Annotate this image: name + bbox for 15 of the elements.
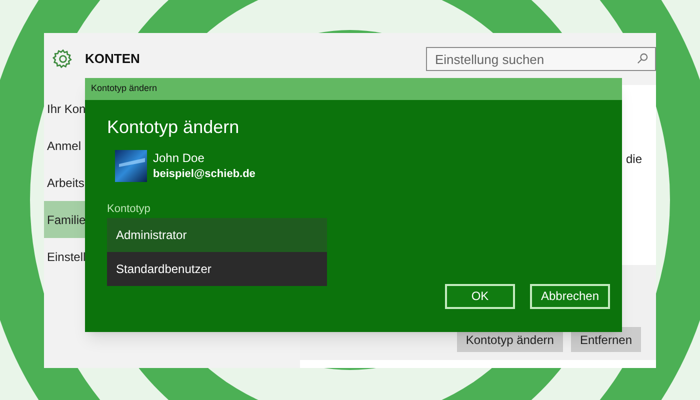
field-label: Kontotyp <box>107 202 152 217</box>
dialog-button[interactable]: OK <box>445 284 515 308</box>
user-name: John Doe <box>153 150 206 166</box>
account-type-option[interactable]: Standardbenutzer <box>107 252 327 286</box>
body-text: die <box>626 151 642 168</box>
search-icon <box>637 53 648 64</box>
avatar-icon <box>115 150 147 182</box>
search-field[interactable]: Einstellung suchen <box>426 47 656 71</box>
user-email: beispiel@schieb.de <box>153 167 256 182</box>
dialog-button[interactable]: Abbrechen <box>530 284 610 308</box>
dialog-heading: Kontotyp ändern <box>107 118 240 136</box>
dialog-titlebar: Kontotyp ändern <box>85 78 622 100</box>
section-title: KONTEN <box>85 50 140 68</box>
settings-icon <box>52 48 74 70</box>
account-type-option[interactable]: Administrator <box>107 218 327 252</box>
